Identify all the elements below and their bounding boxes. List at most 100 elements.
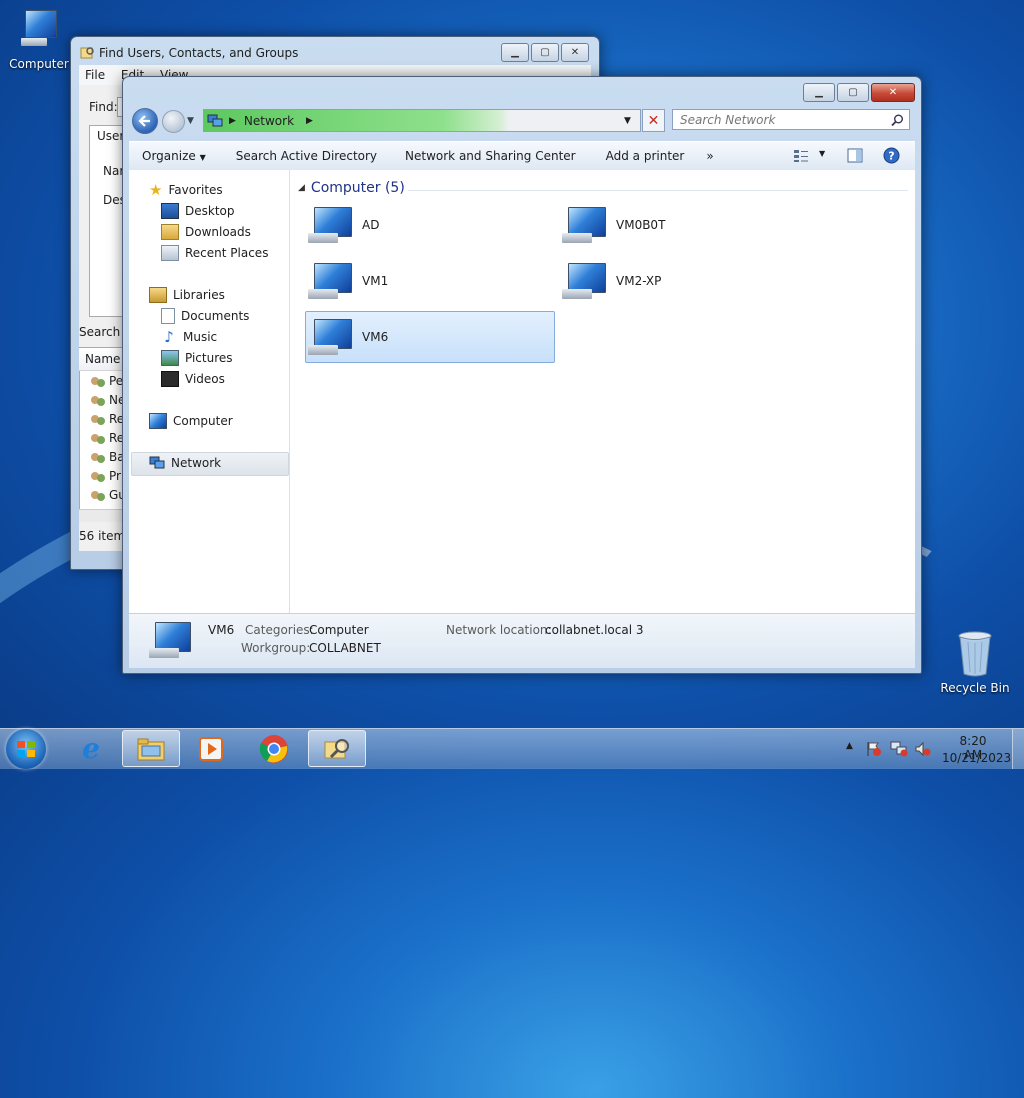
search-active-directory-button[interactable]: Search Active Directory bbox=[220, 149, 391, 163]
view-options-icon[interactable] bbox=[793, 149, 809, 163]
group-icon bbox=[91, 413, 106, 426]
show-hidden-icons-button[interactable]: ▲ bbox=[846, 741, 853, 751]
show-desktop-button[interactable] bbox=[1012, 729, 1024, 769]
toolbar-overflow-button[interactable]: » bbox=[698, 149, 727, 163]
music-icon: ♪ bbox=[164, 328, 174, 346]
computer-icon bbox=[306, 259, 354, 303]
libraries-icon bbox=[149, 287, 167, 303]
details-workgroup-value: COLLABNET bbox=[309, 641, 381, 655]
internet-explorer-icon: e bbox=[82, 732, 100, 765]
help-icon[interactable]: ? bbox=[883, 147, 900, 164]
minimize-button[interactable]: ▁ bbox=[803, 83, 835, 102]
svg-text:?: ? bbox=[888, 150, 894, 163]
maximize-button[interactable]: ▢ bbox=[837, 83, 869, 102]
desktop-icon bbox=[161, 203, 179, 219]
nav-documents[interactable]: Documents bbox=[161, 306, 249, 326]
nav-videos[interactable]: Videos bbox=[161, 369, 225, 389]
computer-icon bbox=[560, 259, 608, 303]
network-status-icon[interactable] bbox=[890, 741, 908, 757]
desktop-icon-label: Computer bbox=[9, 57, 69, 71]
search-icon[interactable] bbox=[891, 114, 904, 127]
search-input[interactable]: Search Network bbox=[672, 109, 910, 130]
group-icon bbox=[91, 489, 106, 502]
pictures-icon bbox=[161, 350, 179, 366]
network-icon bbox=[207, 114, 223, 126]
address-dropdown-button[interactable]: ▼ bbox=[624, 116, 631, 126]
computer-icon bbox=[149, 413, 167, 429]
nav-music[interactable]: ♪ Music bbox=[161, 327, 217, 347]
desktop-icon-label: Recycle Bin bbox=[940, 681, 1010, 695]
recent-pages-dropdown[interactable]: ▼ bbox=[187, 116, 194, 126]
group-header-divider bbox=[408, 190, 908, 191]
organize-button[interactable]: Organize ▼ bbox=[129, 149, 220, 163]
find-window-icon bbox=[80, 47, 94, 59]
computer-icon bbox=[306, 315, 354, 359]
nav-pictures[interactable]: Pictures bbox=[161, 348, 233, 368]
forward-button[interactable] bbox=[162, 110, 185, 133]
collapse-triangle-icon: ◢ bbox=[298, 183, 305, 193]
network-explorer-window[interactable]: ▁ ▢ ✕ ▼ ▶ Network ▶ ▼ ✕ Search Network O… bbox=[122, 76, 922, 674]
preview-pane-icon[interactable] bbox=[847, 148, 863, 163]
action-center-flag-icon[interactable] bbox=[866, 741, 882, 757]
computer-tile-vm6[interactable]: VM6 bbox=[305, 311, 555, 363]
close-button[interactable]: ✕ bbox=[871, 83, 915, 102]
computer-tile-vm0b0t[interactable]: VM0B0T bbox=[559, 199, 809, 251]
nav-network[interactable]: Network bbox=[149, 453, 221, 473]
clock-date[interactable]: 10/21/2023 bbox=[942, 751, 1011, 765]
details-workgroup-label: Workgroup: bbox=[241, 641, 311, 655]
computer-icon bbox=[306, 203, 354, 247]
taskbar-find-users[interactable] bbox=[308, 730, 366, 767]
taskbar-windows-explorer[interactable] bbox=[122, 730, 180, 767]
nav-favorites[interactable]: ★ Favorites bbox=[149, 180, 223, 200]
menu-file[interactable]: File bbox=[79, 65, 111, 85]
view-dropdown-icon[interactable]: ▼ bbox=[819, 149, 825, 158]
minimize-button[interactable]: ▁ bbox=[501, 43, 529, 62]
nav-libraries[interactable]: Libraries bbox=[149, 285, 225, 305]
folder-icon bbox=[137, 738, 165, 760]
nav-desktop[interactable]: Desktop bbox=[161, 201, 235, 221]
recent-places-icon bbox=[161, 245, 179, 261]
windows-logo-icon bbox=[17, 741, 35, 757]
desktop-computer-icon[interactable]: Computer bbox=[8, 8, 70, 71]
chrome-icon bbox=[259, 734, 288, 763]
breadcrumb-chevron-icon[interactable]: ▶ bbox=[229, 116, 236, 126]
breadcrumb-network[interactable]: Network bbox=[240, 114, 294, 128]
recycle-bin-icon bbox=[958, 631, 992, 677]
file-list[interactable]: ◢ Computer (5) AD VM0B0T VM1 VM2-XP VM6 bbox=[290, 170, 915, 613]
maximize-button[interactable]: ▢ bbox=[531, 43, 559, 62]
network-icon bbox=[149, 456, 165, 469]
find-label: Find: bbox=[89, 100, 118, 114]
stop-button[interactable]: ✕ bbox=[642, 109, 665, 132]
computer-tile-ad[interactable]: AD bbox=[305, 199, 555, 251]
details-location-value: collabnet.local 3 bbox=[545, 623, 644, 637]
network-sharing-center-button[interactable]: Network and Sharing Center bbox=[391, 149, 590, 163]
computer-icon bbox=[560, 203, 608, 247]
group-header-computer[interactable]: ◢ Computer (5) bbox=[298, 180, 405, 196]
start-button[interactable] bbox=[6, 729, 46, 769]
details-location-label: Network location: bbox=[446, 623, 552, 637]
details-categories-label: Categories: bbox=[245, 623, 314, 637]
back-arrow-icon bbox=[138, 115, 150, 127]
details-pane: VM6 Categories: Computer Workgroup: COLL… bbox=[129, 613, 915, 668]
volume-muted-icon[interactable] bbox=[914, 741, 932, 757]
find-users-icon bbox=[324, 738, 349, 758]
computer-icon bbox=[147, 620, 195, 664]
add-printer-button[interactable]: Add a printer bbox=[590, 149, 699, 163]
breadcrumb-chevron-icon[interactable]: ▶ bbox=[306, 116, 313, 126]
taskbar: e ▲ 8:20 AM 10/21/2023 bbox=[0, 728, 1024, 769]
nav-recent-places[interactable]: Recent Places bbox=[161, 243, 268, 263]
computer-tile-vm1[interactable]: VM1 bbox=[305, 255, 555, 307]
nav-downloads[interactable]: Downloads bbox=[161, 222, 251, 242]
computer-tile-vm2-xp[interactable]: VM2-XP bbox=[559, 255, 809, 307]
back-button[interactable] bbox=[132, 108, 158, 134]
navigation-pane: ★ Favorites Desktop Downloads Recent Pla… bbox=[129, 170, 290, 613]
address-bar[interactable]: ▶ Network ▶ ▼ bbox=[203, 109, 641, 132]
group-icon bbox=[91, 375, 106, 388]
close-button[interactable]: ✕ bbox=[561, 43, 589, 62]
nav-computer[interactable]: Computer bbox=[149, 411, 233, 431]
taskbar-media-player[interactable] bbox=[182, 730, 240, 767]
taskbar-chrome[interactable] bbox=[245, 730, 303, 767]
desktop-recycle-bin-icon[interactable]: Recycle Bin bbox=[940, 628, 1010, 695]
command-bar: Organize ▼ Search Active Directory Netwo… bbox=[129, 141, 915, 171]
taskbar-internet-explorer[interactable]: e bbox=[62, 730, 120, 767]
